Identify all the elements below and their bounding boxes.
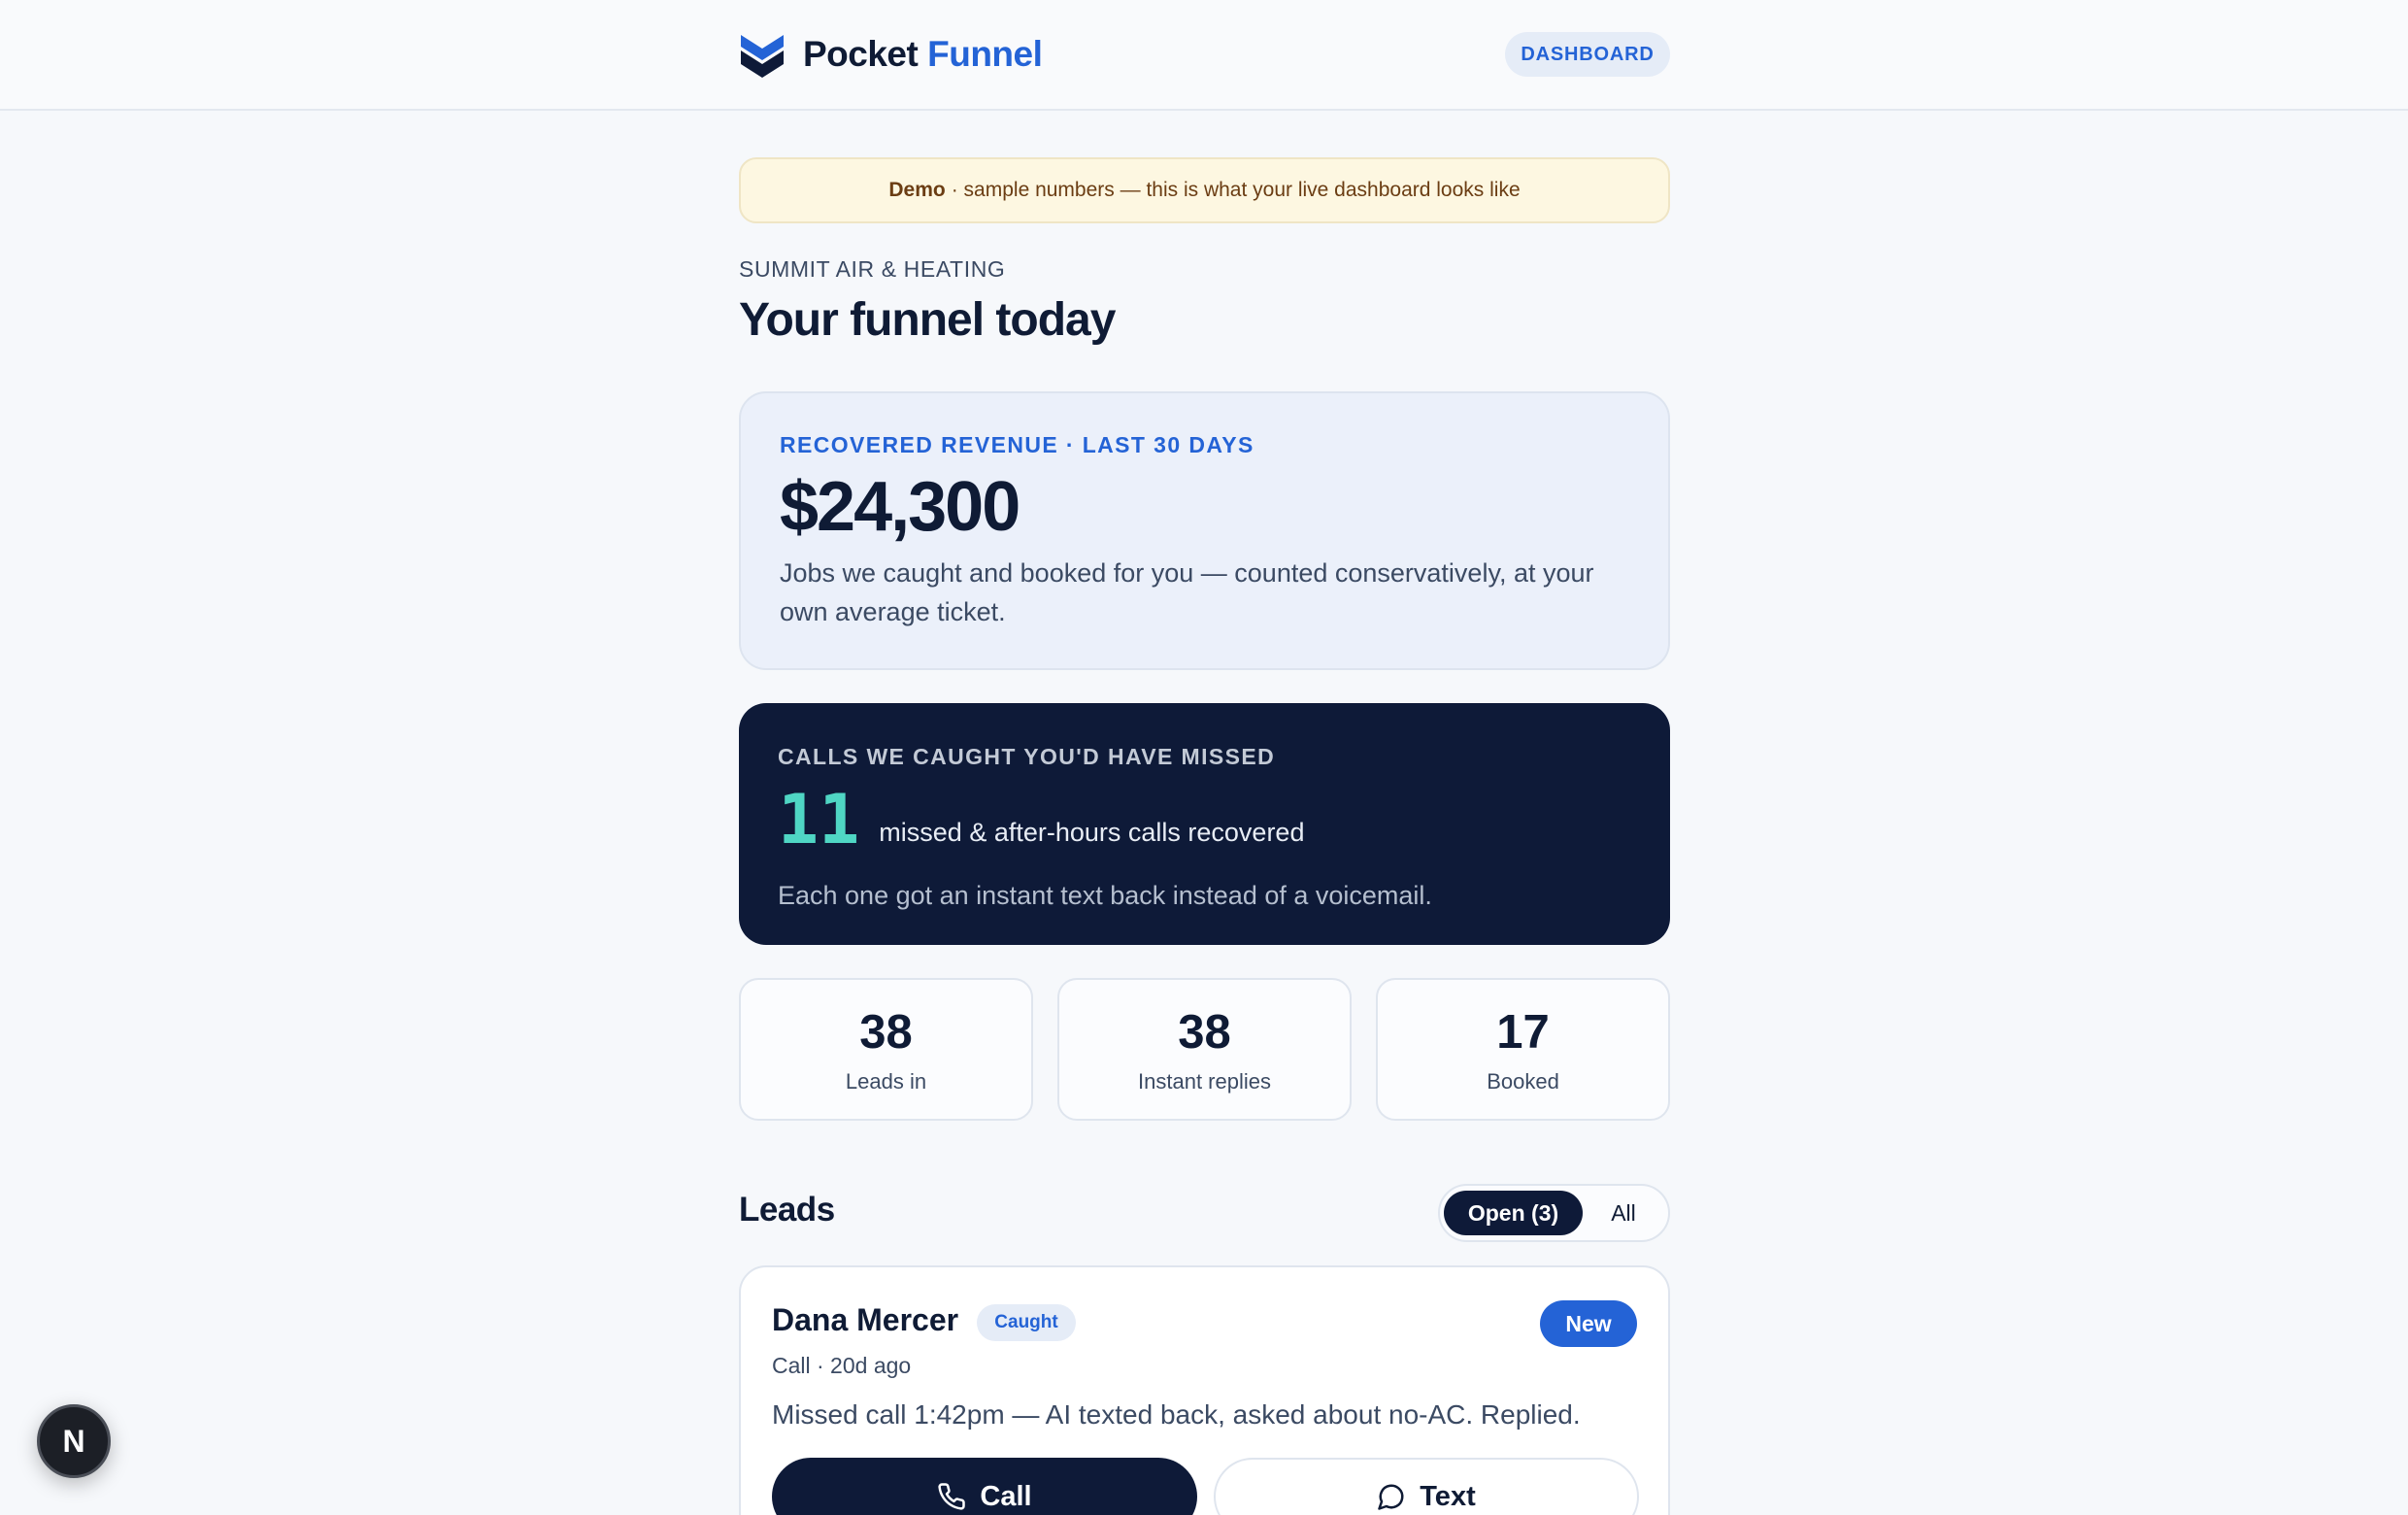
text-button-label: Text bbox=[1420, 1480, 1476, 1512]
leads-title: Leads bbox=[739, 1191, 835, 1229]
funnel-logo-icon bbox=[741, 35, 784, 78]
call-button[interactable]: Call bbox=[772, 1458, 1197, 1515]
stats-row: 38 Leads in 38 Instant replies 17 Booked bbox=[739, 978, 1670, 1121]
brand[interactable]: Pocket Funnel bbox=[739, 29, 1043, 80]
text-button[interactable]: Text bbox=[1214, 1458, 1639, 1515]
stat-label: Instant replies bbox=[1138, 1068, 1271, 1094]
phone-icon bbox=[938, 1483, 966, 1510]
top-bar: Pocket Funnel DASHBOARD bbox=[0, 0, 2408, 111]
missed-calls-count: 11 bbox=[778, 780, 860, 859]
missed-calls-label: CALLS WE CAUGHT YOU'D HAVE MISSED bbox=[778, 744, 1276, 769]
missed-calls-description: Each one got an instant text back instea… bbox=[778, 881, 1432, 910]
new-status-badge: New bbox=[1540, 1300, 1637, 1347]
stat-value: 38 bbox=[859, 1005, 913, 1059]
leads-filter: Open (3) All bbox=[1438, 1184, 1670, 1242]
revenue-description: Jobs we caught and booked for you — coun… bbox=[780, 558, 1594, 626]
lead-name: Dana Mercer bbox=[772, 1302, 959, 1337]
demo-banner: Demo · sample numbers — this is what you… bbox=[739, 157, 1670, 223]
stat-booked: 17 Booked bbox=[1376, 978, 1670, 1121]
stat-instant-replies: 38 Instant replies bbox=[1057, 978, 1352, 1121]
revenue-card: RECOVERED REVENUE · LAST 30 DAYS $24,300… bbox=[739, 391, 1670, 670]
revenue-value: $24,300 bbox=[780, 468, 1020, 546]
dev-tools-button[interactable]: N bbox=[37, 1404, 111, 1478]
lead-card[interactable]: Dana Mercer Caught New Call · 20d ago Mi… bbox=[739, 1265, 1670, 1515]
lead-meta: Call · 20d ago bbox=[772, 1353, 912, 1378]
dashboard-button[interactable]: DASHBOARD bbox=[1505, 32, 1670, 77]
stat-label: Leads in bbox=[845, 1068, 927, 1094]
page-title: Your funnel today bbox=[739, 294, 1116, 346]
stat-leads-in: 38 Leads in bbox=[739, 978, 1033, 1121]
company-name: SUMMIT AIR & HEATING bbox=[739, 256, 1006, 282]
caught-badge: Caught bbox=[977, 1304, 1076, 1341]
stat-value: 17 bbox=[1496, 1005, 1550, 1059]
filter-open-button[interactable]: Open (3) bbox=[1444, 1191, 1583, 1235]
missed-calls-count-text: missed & after-hours calls recovered bbox=[879, 818, 1305, 847]
lead-note: Missed call 1:42pm — AI texted back, ask… bbox=[772, 1399, 1581, 1430]
dev-tools-icon: N bbox=[62, 1423, 85, 1459]
filter-all-button[interactable]: All bbox=[1583, 1200, 1664, 1227]
call-button-label: Call bbox=[980, 1480, 1032, 1512]
revenue-label: RECOVERED REVENUE · LAST 30 DAYS bbox=[780, 432, 1254, 457]
stat-value: 38 bbox=[1178, 1005, 1231, 1059]
message-bubble-icon bbox=[1378, 1484, 1404, 1510]
demo-banner-strong: Demo bbox=[888, 179, 946, 201]
brand-name: Pocket Funnel bbox=[803, 34, 1043, 74]
missed-calls-card: CALLS WE CAUGHT YOU'D HAVE MISSED 11 mis… bbox=[739, 703, 1670, 945]
stat-label: Booked bbox=[1487, 1068, 1559, 1094]
demo-banner-text: · sample numbers — this is what your liv… bbox=[951, 179, 1521, 201]
